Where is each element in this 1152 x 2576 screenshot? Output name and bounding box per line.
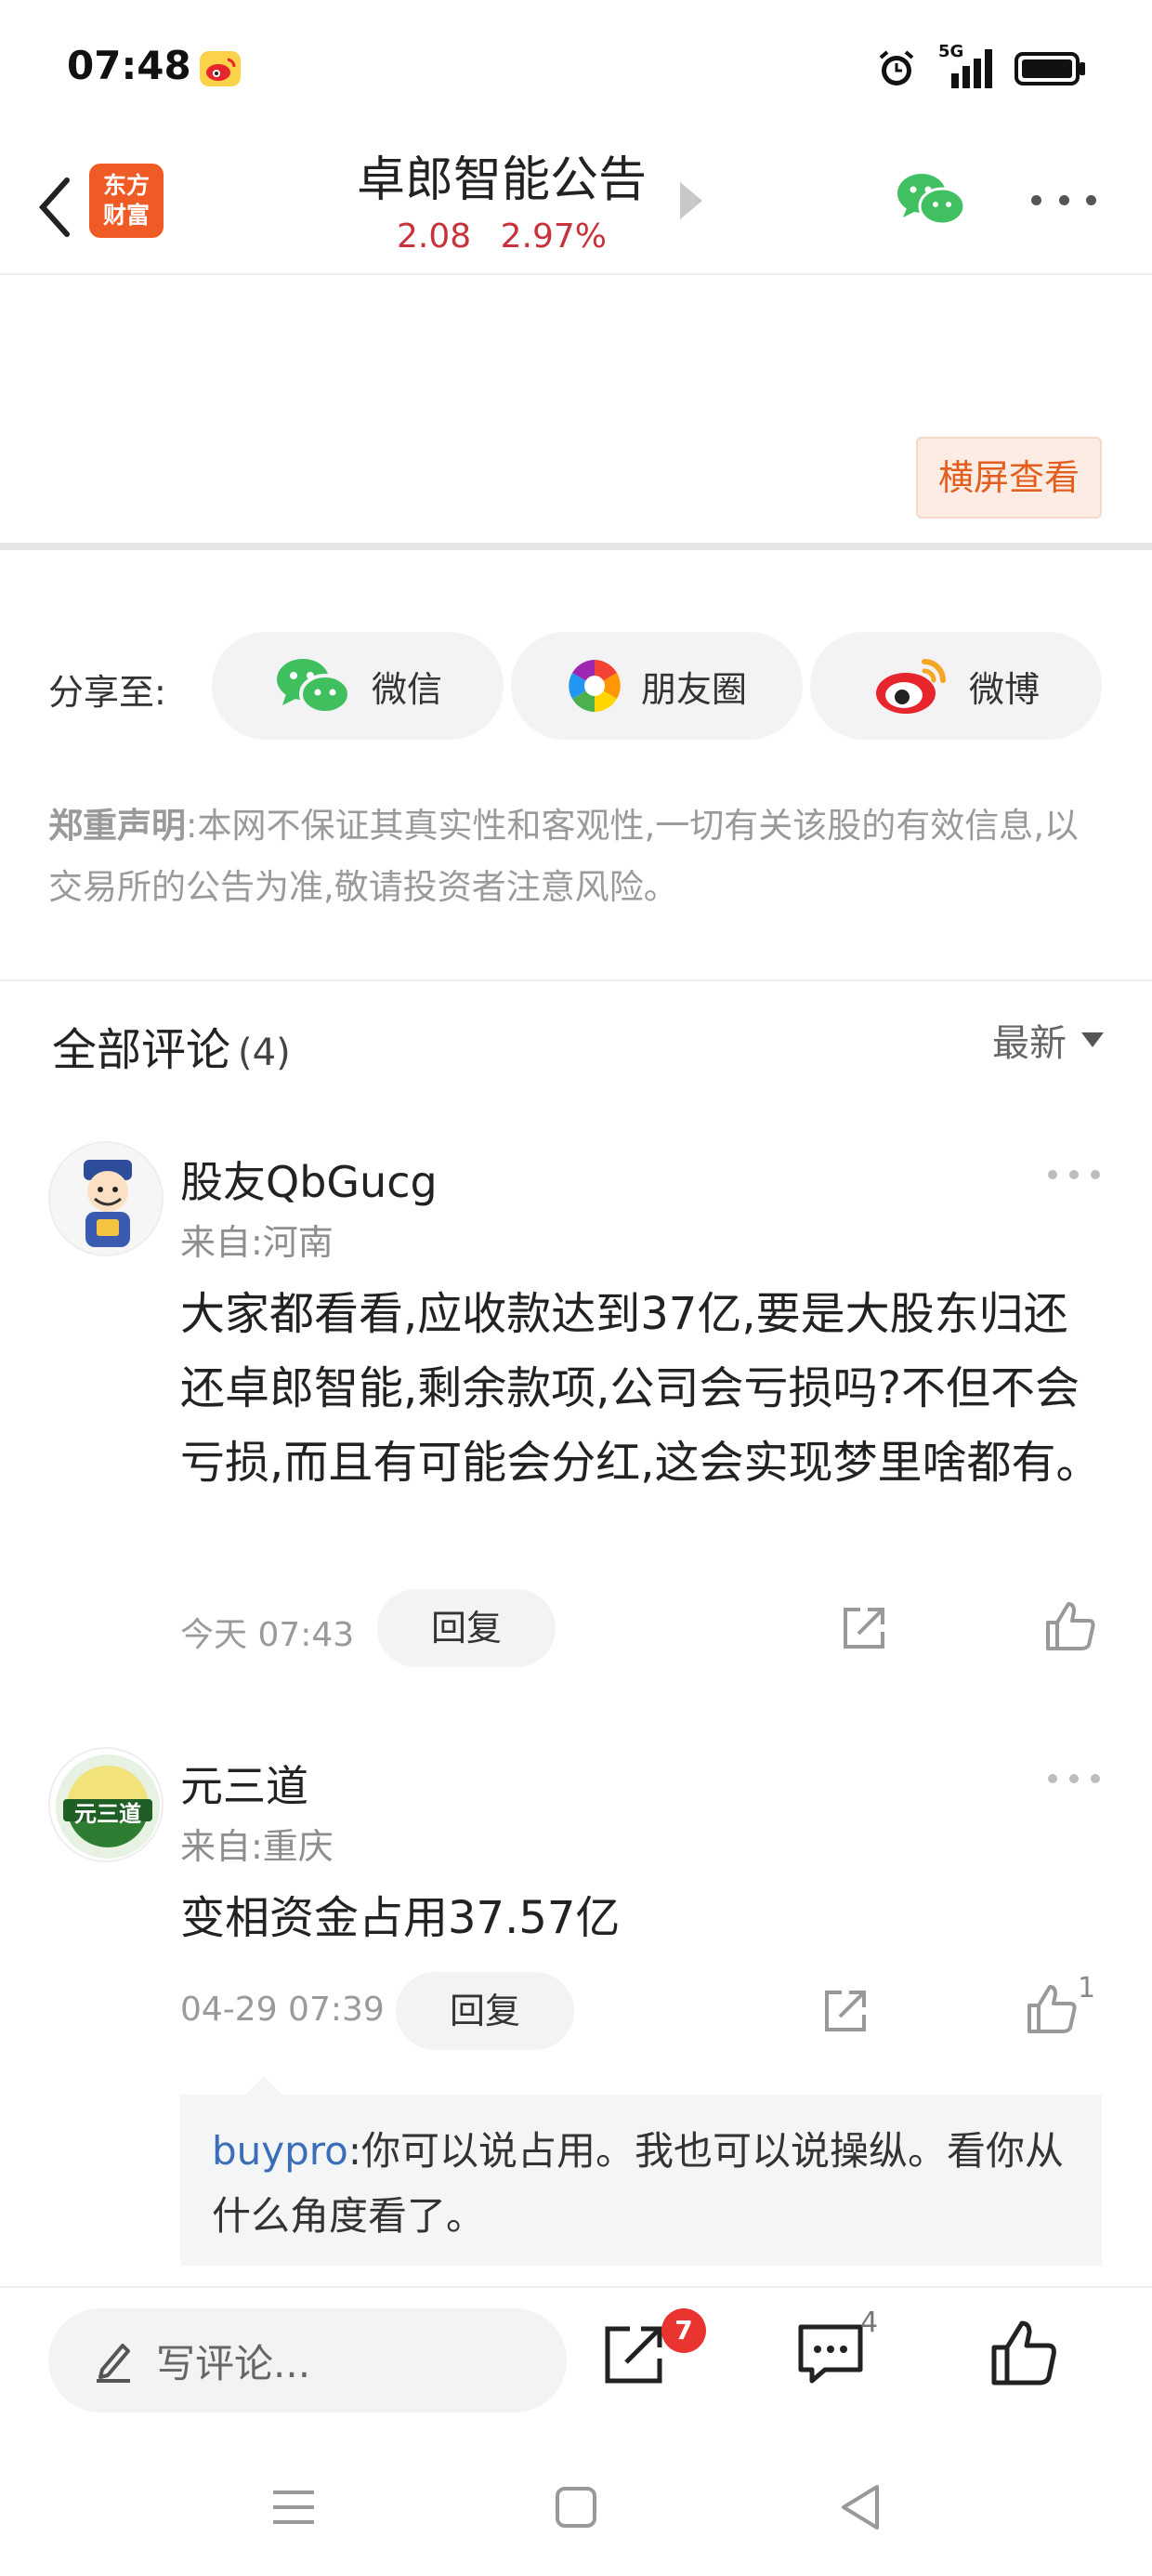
share-moments-button[interactable]: 朋友圈 (511, 632, 803, 740)
sub-reply[interactable]: buypro:你可以说占用。我也可以说操纵。看你从什么角度看了。 (180, 2095, 1102, 2266)
weibo-icon (875, 659, 946, 714)
comment-username[interactable]: 股友QbGucg (180, 1149, 438, 1210)
sub-reply-notch (245, 2076, 282, 2095)
caret-down-icon (1081, 1032, 1104, 1047)
sub-reply-username[interactable]: buypro (212, 2128, 348, 2174)
page-title: 卓郎智能公告 (356, 152, 647, 208)
share-icon[interactable] (838, 1602, 890, 1654)
share-wechat-button[interactable]: 微信 (212, 632, 504, 740)
comments-title: 全部评论 (4) (52, 1013, 291, 1078)
reply-button[interactable]: 回复 (377, 1589, 556, 1667)
avatar-text: 元三道 (74, 1801, 141, 1827)
share-weibo-button[interactable]: 微博 (810, 632, 1102, 740)
share-label: 分享至: (48, 672, 166, 713)
pencil-icon (97, 2344, 130, 2383)
alarm-icon (879, 50, 914, 85)
comment-count: 4 (860, 2307, 879, 2339)
wechat-icon[interactable] (894, 167, 968, 232)
comments-count: (4) (238, 1032, 291, 1074)
eastmoney-logo[interactable]: 东方 财富 (89, 164, 164, 238)
signal-5g-icon: 5G (938, 42, 994, 92)
back-button[interactable] (26, 165, 82, 249)
disclaimer-title: 郑重声明 (48, 806, 186, 846)
write-comment-placeholder: 写评论... (156, 2340, 311, 2386)
stock-change: 2.97% (500, 217, 607, 256)
stock-price: 2.08 (397, 217, 472, 256)
comments-title-text: 全部评论 (52, 1024, 231, 1076)
write-comment-input[interactable]: 写评论... (48, 2308, 567, 2412)
logo-line1: 东方 (102, 172, 150, 199)
avatar[interactable] (48, 1141, 164, 1256)
status-bar: 07:48 5G (0, 0, 1152, 139)
share-moments-label: 朋友圈 (640, 668, 747, 710)
disclaimer-text: :本网不保证其真实性和客观性,一切有关该股的有效信息,以交易所的公告为准,敬请投… (48, 806, 1079, 907)
thumbs-up-icon[interactable] (1042, 1598, 1098, 1654)
weibo-notification-icon (200, 51, 241, 86)
app-header: 东方 财富 卓郎智能公告 2.08 2.97% (0, 139, 1152, 275)
status-time: 07:48 (67, 43, 191, 88)
sort-dropdown[interactable]: 最新 (992, 1013, 1104, 1067)
comment-icon[interactable] (793, 2316, 868, 2390)
comment-time: 今天 07:43 (180, 1616, 355, 1654)
divider (0, 979, 1152, 981)
comment-text: 变相资金占用37.57亿 (180, 1892, 621, 1944)
system-nav-bar (0, 2435, 1152, 2576)
bottom-action-bar: 写评论... 7 4 (0, 2286, 1152, 2435)
comment-text: 大家都看看,应收款达到37亿,要是大股东归还还卓郎智能,剩余款项,公司会亏损吗?… (180, 1288, 1101, 1489)
thumbs-up-icon[interactable] (987, 2316, 1061, 2390)
comment-username[interactable]: 元三道 (180, 1753, 308, 1814)
section-divider (0, 543, 1152, 550)
battery-icon (1015, 52, 1085, 85)
title-block[interactable]: 卓郎智能公告 2.08 2.97% (279, 147, 725, 260)
avatar[interactable]: 元三道 (48, 1747, 164, 1862)
landscape-view-button[interactable]: 横屏查看 (916, 437, 1102, 519)
sort-label: 最新 (992, 1022, 1067, 1065)
share-weibo-label: 微博 (968, 668, 1040, 710)
status-icons: 5G (875, 42, 1087, 93)
wechat-icon (276, 659, 351, 715)
play-arrow-icon[interactable] (680, 182, 702, 219)
back-icon[interactable] (832, 2479, 888, 2535)
comment-more-icon[interactable] (1048, 1165, 1100, 1184)
moments-icon (568, 660, 621, 712)
home-icon[interactable] (548, 2479, 604, 2535)
menu-icon[interactable] (266, 2479, 321, 2535)
share-badge: 7 (661, 2308, 706, 2353)
comment-time: 04-29 07:39 (180, 1991, 385, 2029)
disclaimer: 郑重声明:本网不保证其真实性和客观性,一切有关该股的有效信息,以交易所的公告为准… (48, 795, 1107, 918)
comment-location: 来自:重庆 (180, 1826, 334, 1867)
share-wechat-label: 微信 (371, 668, 442, 710)
thumbs-up-icon[interactable] (1024, 1981, 1080, 2037)
comment-location: 来自:河南 (180, 1222, 334, 1263)
more-icon[interactable] (1031, 186, 1096, 214)
avatar-image (50, 1143, 162, 1255)
comment-more-icon[interactable] (1048, 1769, 1100, 1788)
reply-button[interactable]: 回复 (396, 1972, 574, 2050)
logo-line2: 财富 (102, 202, 150, 229)
stock-quote: 2.08 2.97% (279, 214, 725, 260)
share-icon[interactable] (819, 1985, 871, 2037)
back-arrow-icon (38, 177, 70, 237)
like-count: 1 (1078, 1972, 1096, 2004)
